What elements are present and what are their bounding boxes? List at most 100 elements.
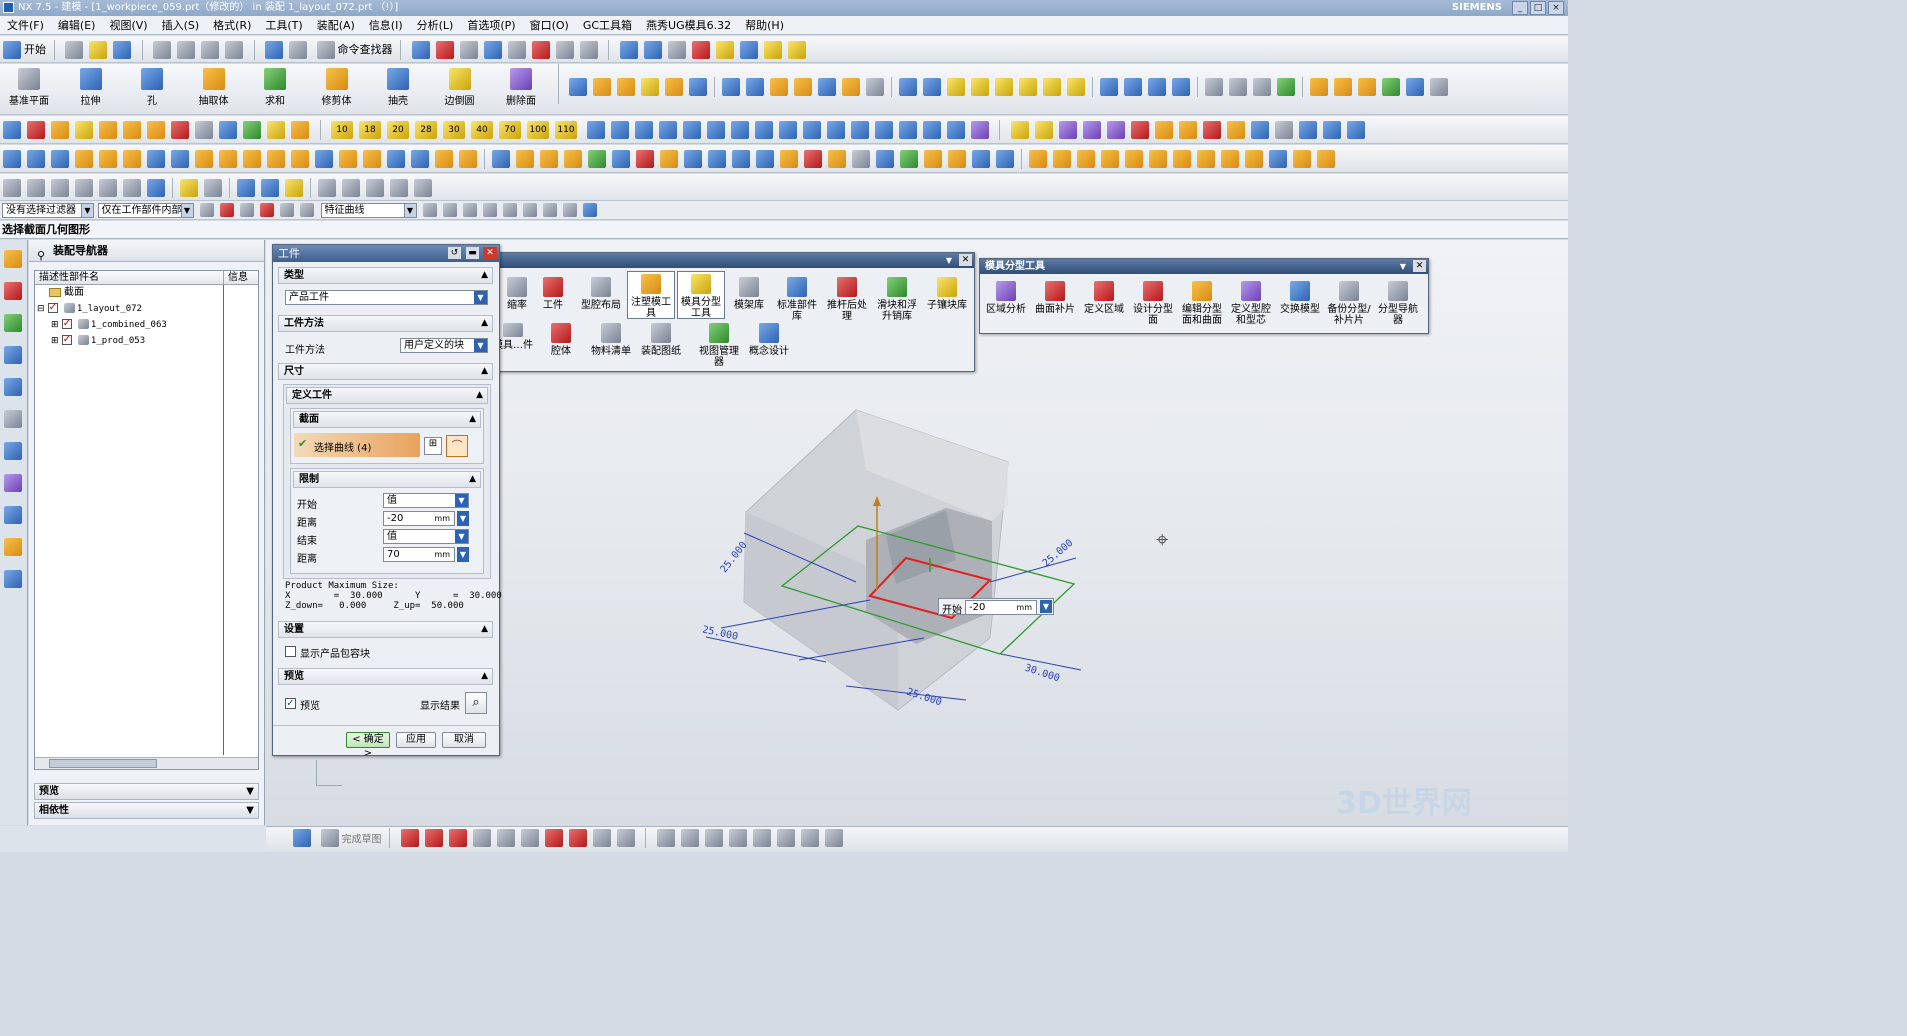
tool-icon[interactable]: [51, 150, 69, 168]
snap-icon[interactable]: [463, 203, 477, 217]
tool-icon[interactable]: [1125, 150, 1143, 168]
extend-icon[interactable]: [680, 829, 699, 847]
type-section-header[interactable]: 类型 ▲: [278, 267, 493, 284]
preview-panel-header[interactable]: 预览 ▼: [34, 783, 259, 800]
datum-plane-button[interactable]: 基准平面: [6, 64, 52, 107]
design-parting-surface-button[interactable]: 设计分型面: [1129, 279, 1177, 326]
tool-icon[interactable]: [1382, 78, 1400, 96]
camera-icon[interactable]: [876, 150, 894, 168]
redo-icon[interactable]: [289, 41, 307, 59]
show-result-search-icon[interactable]: ⌕: [465, 692, 487, 714]
settings-section-header[interactable]: 设置 ▲: [278, 621, 493, 638]
tool-icon[interactable]: [665, 78, 683, 96]
tool-icon[interactable]: [1077, 150, 1095, 168]
tool-icon[interactable]: [612, 150, 630, 168]
constraint-navigator-tab-icon[interactable]: [4, 282, 22, 300]
wireframe-icon[interactable]: [531, 41, 550, 59]
tool-icon[interactable]: [852, 150, 870, 168]
tool-icon[interactable]: [219, 121, 237, 139]
tool-icon[interactable]: [51, 121, 69, 139]
method-select[interactable]: 用户定义的块 ▼: [400, 338, 488, 353]
assembly-navigator-tab-icon[interactable]: [4, 250, 22, 268]
tool-icon[interactable]: [1245, 150, 1263, 168]
tool-icon[interactable]: [516, 150, 534, 168]
tool-icon[interactable]: [826, 121, 845, 139]
close-icon[interactable]: ✕: [959, 254, 972, 266]
corner-icon[interactable]: [704, 829, 723, 847]
tool-icon[interactable]: [850, 121, 869, 139]
onscreen-start-value[interactable]: -20 mm: [965, 600, 1037, 615]
analysis-icon[interactable]: [691, 41, 710, 59]
tool-icon[interactable]: [435, 150, 453, 168]
tool-icon[interactable]: [1310, 78, 1328, 96]
menu-edit[interactable]: 编辑(E): [51, 16, 103, 35]
snap-icon[interactable]: [483, 203, 497, 217]
tool-icon[interactable]: [123, 179, 141, 197]
cut-icon[interactable]: [153, 41, 171, 59]
line-icon[interactable]: [746, 78, 764, 96]
tool-icon[interactable]: [706, 121, 725, 139]
menu-gc-toolbox[interactable]: GC工具箱: [576, 16, 639, 35]
tool-icon[interactable]: [1172, 78, 1190, 96]
horizontal-scrollbar[interactable]: [35, 757, 258, 769]
mold-tools-button[interactable]: 注塑模工具: [627, 271, 675, 319]
arc-icon[interactable]: [448, 829, 467, 847]
column-info[interactable]: 信息: [223, 271, 260, 285]
region-analysis-button[interactable]: 区域分析: [982, 279, 1030, 315]
workpiece-button[interactable]: 工件: [529, 275, 577, 311]
assembly-drawing-button[interactable]: 装配图纸: [637, 321, 685, 357]
tree-row-prod[interactable]: ⊞ 1_prod_053: [35, 332, 258, 349]
define-cavity-core-button[interactable]: 定义型腔和型芯: [1227, 279, 1275, 326]
start-button[interactable]: 开始: [24, 43, 46, 56]
tool-icon[interactable]: [363, 150, 381, 168]
tool-icon[interactable]: [842, 78, 860, 96]
offset-icon[interactable]: [616, 829, 635, 847]
scope-select[interactable]: 仅在工作部件内部 ▼: [97, 203, 194, 218]
start-select[interactable]: 值 ▼: [383, 493, 469, 508]
tool-icon[interactable]: [569, 78, 587, 96]
tool-icon[interactable]: [459, 150, 477, 168]
tool-icon[interactable]: [1406, 78, 1424, 96]
close-icon[interactable]: ✕: [483, 247, 497, 259]
reset-icon[interactable]: ↺: [448, 247, 461, 259]
tool-icon[interactable]: [339, 150, 357, 168]
wcs-icon[interactable]: [619, 41, 638, 59]
tool-icon[interactable]: [219, 150, 237, 168]
tool-icon[interactable]: [3, 150, 21, 168]
orient-view-icon[interactable]: [507, 41, 526, 59]
paste-icon[interactable]: [201, 41, 219, 59]
tool-icon[interactable]: [492, 150, 510, 168]
column-part-name[interactable]: 描述性部件名: [35, 272, 99, 283]
tool-icon[interactable]: [411, 150, 429, 168]
save-icon[interactable]: [113, 41, 131, 59]
tool-icon[interactable]: [366, 179, 384, 197]
process-studio-tab-icon[interactable]: [4, 474, 22, 492]
new-file-icon[interactable]: [65, 41, 83, 59]
light-icon[interactable]: [971, 78, 989, 96]
visibility-checkbox[interactable]: [47, 300, 58, 316]
ejector-pin-button[interactable]: 推杆后处理: [823, 275, 871, 322]
tool-icon[interactable]: [285, 179, 303, 197]
light-icon[interactable]: [995, 78, 1013, 96]
tool-icon[interactable]: [243, 150, 261, 168]
minimize-button[interactable]: _: [1512, 1, 1528, 15]
gear-icon[interactable]: [1293, 150, 1311, 168]
onscreen-start-input[interactable]: 开始 -20 mm ▼: [938, 598, 1054, 616]
tool-icon[interactable]: [171, 121, 189, 139]
tool-icon[interactable]: [682, 121, 701, 139]
tool-icon[interactable]: [1130, 121, 1149, 139]
tool-icon[interactable]: [778, 121, 797, 139]
snap-icon[interactable]: [715, 41, 734, 59]
move-icon[interactable]: [643, 41, 662, 59]
tool-icon[interactable]: [1149, 150, 1167, 168]
project-icon[interactable]: [800, 829, 819, 847]
tool-icon[interactable]: [780, 150, 798, 168]
define-regions-button[interactable]: 定义区域: [1080, 279, 1128, 315]
tool-icon[interactable]: [588, 150, 606, 168]
line-icon[interactable]: [424, 829, 443, 847]
tool-icon[interactable]: [754, 121, 773, 139]
part-navigator-tab-icon[interactable]: [4, 314, 22, 332]
size-40-button[interactable]: 40: [471, 121, 493, 139]
filter-icon[interactable]: [739, 41, 758, 59]
arrow-down-icon[interactable]: ▼: [457, 547, 469, 562]
